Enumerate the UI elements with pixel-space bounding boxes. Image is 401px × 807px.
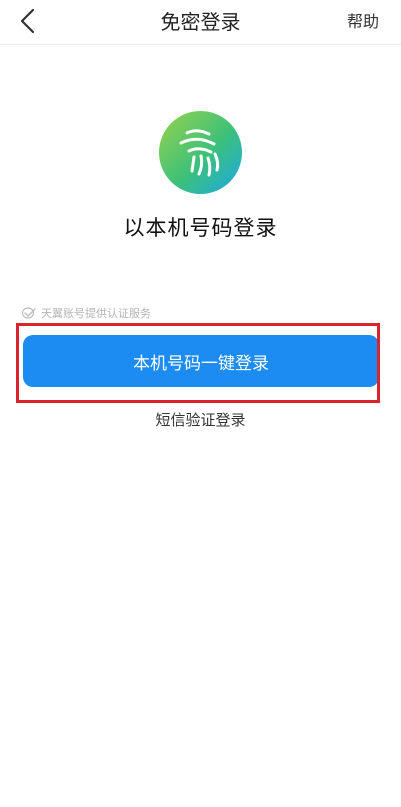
- sms-login-row: 短信验证登录: [0, 409, 401, 430]
- provider-note: 天翼账号提供认证服务: [22, 305, 151, 321]
- back-button[interactable]: [12, 6, 42, 36]
- fingerprint-logo-icon: [159, 111, 242, 194]
- app-logo: [159, 111, 242, 194]
- login-headline: 以本机号码登录: [123, 216, 278, 240]
- one-click-login-button[interactable]: 本机号码一键登录: [23, 335, 379, 387]
- page-title: 免密登录: [160, 10, 241, 34]
- sms-login-link[interactable]: 短信验证登录: [155, 411, 245, 429]
- chevron-left-icon: [20, 8, 35, 34]
- top-nav-bar: 免密登录 帮助: [0, 0, 401, 45]
- provider-note-text: 天翼账号提供认证服务: [41, 307, 151, 320]
- help-link[interactable]: 帮助: [347, 0, 379, 44]
- check-mark-icon: [22, 307, 36, 319]
